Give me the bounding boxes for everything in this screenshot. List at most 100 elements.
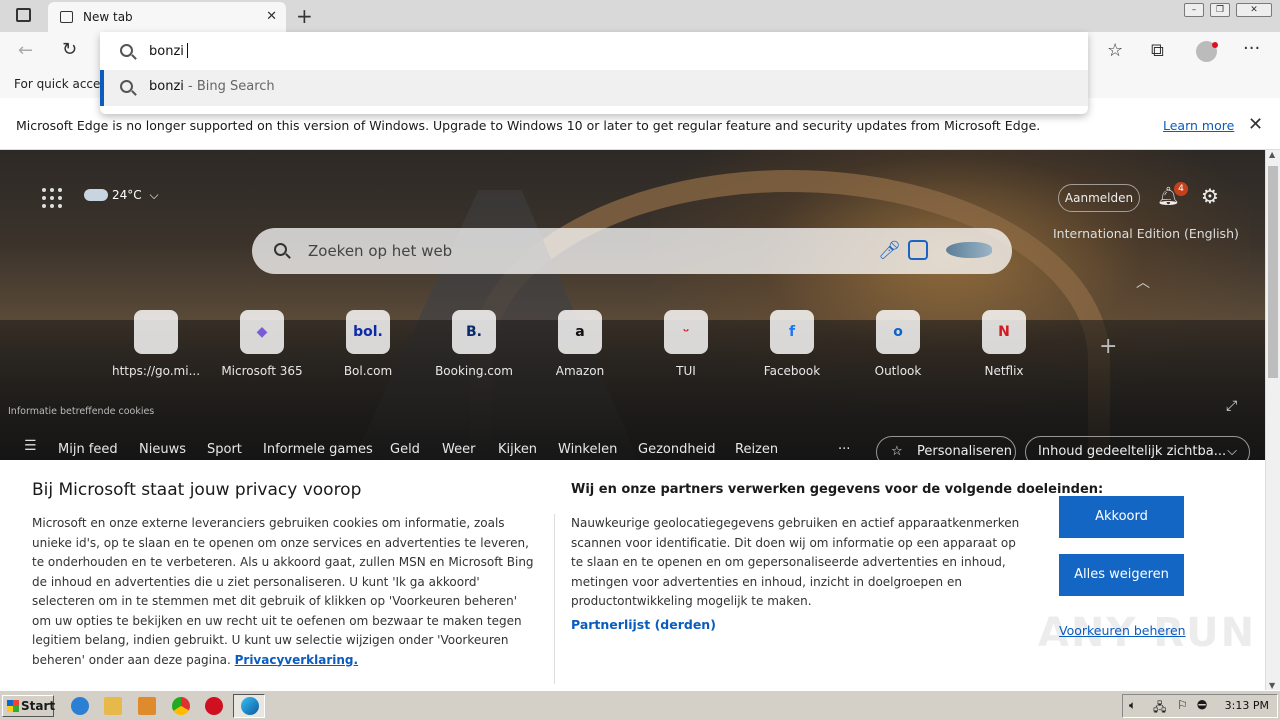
tab-actions-icon[interactable] [16,8,31,22]
start-button[interactable]: Start [2,695,55,717]
web-search-input[interactable]: Zoeken op het web [308,242,452,260]
quick-link-tile[interactable]: o Outlook [848,310,948,378]
system-tray: 🔈︎ 🖧 ⚐ ⛔︎ 3:13 PM [1122,694,1278,718]
quick-link-label: Netflix [984,364,1024,378]
feed-nav-item[interactable]: ··· [838,442,850,457]
personalize-label: Personaliseren [917,444,1012,459]
media-player-icon[interactable] [138,697,156,715]
feed-nav-item[interactable]: Mijn feed [58,442,118,457]
page-scrollbar[interactable]: ▲ ▼ [1265,150,1280,690]
new-tab-button[interactable]: + [296,4,313,28]
feed-nav-item[interactable]: Reizen [735,442,778,457]
notification-badge: 4 [1174,182,1188,196]
feed-nav-item[interactable]: Gezondheid [638,442,715,457]
quick-link-tile[interactable]: B. Booking.com [424,310,524,378]
partner-list-link[interactable]: Partnerlijst (derden) [571,617,716,632]
edition-label[interactable]: International Edition (English) [1053,226,1239,241]
quick-link-label: TUI [676,364,696,378]
quick-link-tile[interactable]: N Netflix [954,310,1054,378]
close-tab-icon[interactable]: ✕ [266,9,277,24]
personalize-button[interactable]: ☆ Personaliseren [876,436,1016,460]
reject-all-button[interactable]: Alles weigeren [1059,554,1184,596]
feed-nav-item[interactable]: Weer [442,442,475,457]
web-search-box[interactable]: Zoeken op het web 🎤︎ [252,228,1012,274]
accept-button[interactable]: Akkoord [1059,496,1184,538]
feed-nav-item[interactable]: Sport [207,442,242,457]
add-quick-link-icon[interactable]: + [1099,334,1117,359]
purposes-body: Nauwkeurige geolocatiegegevens gebruiken… [571,516,1020,608]
microphone-icon[interactable]: 🎤︎ [878,240,901,261]
suggestion-item[interactable]: bonzi - Bing Search [100,70,1088,106]
action-icon[interactable]: ⛔︎ [1197,698,1207,713]
more-menu-icon[interactable]: ··· [1243,38,1260,59]
search-icon [120,44,133,57]
quick-link-icon: ◆ [240,310,284,354]
quick-link-label: Bol.com [343,364,393,378]
minimize-button[interactable]: – [1184,3,1204,17]
suggestion-source: - Bing Search [183,79,275,94]
expand-icon[interactable]: ⤢ [1226,398,1237,414]
privacy-consent-banner: Bij Microsoft staat jouw privacy voorop … [0,460,1265,690]
quick-link-tile[interactable]: a Amazon [530,310,630,378]
network-icon[interactable]: 🖧 [1153,698,1166,719]
quick-link-icon: N [982,310,1026,354]
quick-link-tile[interactable]: ᵕ TUI [636,310,736,378]
feed-nav-item[interactable]: Informele games [263,442,373,457]
hamburger-menu-icon[interactable]: ☰ [24,438,37,454]
weather-temperature: 24°C [112,188,142,202]
quick-link-icon: B. [452,310,496,354]
notifications-button[interactable]: 🔔︎ 4 [1157,182,1188,207]
back-icon[interactable]: ← [18,40,33,61]
folder-icon[interactable] [104,697,122,715]
scroll-down-icon[interactable]: ▼ [1269,681,1275,690]
visual-search-icon[interactable] [908,240,928,260]
address-bar[interactable]: bonzi [100,32,1088,70]
tab-favicon-icon [60,11,73,23]
favorites-icon[interactable]: ☆ [1107,40,1123,61]
edge-taskbar-button[interactable] [233,694,265,718]
chevron-down-icon: ⌵ [149,188,159,202]
volume-icon[interactable]: 🔈︎ [1129,698,1136,713]
privacy-statement-link[interactable]: Privacyverklaring. [235,653,358,667]
ie-icon[interactable] [71,697,89,715]
feed-nav-item[interactable]: Kijken [498,442,537,457]
chrome-icon[interactable] [172,697,190,715]
scroll-up-icon[interactable]: ▲ [1269,150,1275,159]
profile-status-dot-icon [1212,42,1218,48]
feed-nav-item[interactable]: Geld [390,442,420,457]
close-window-button[interactable]: ✕ [1236,3,1272,17]
restore-button[interactable]: ❐ [1210,3,1230,17]
feed-nav-item[interactable]: Winkelen [558,442,617,457]
refresh-icon[interactable]: ↻ [62,39,77,60]
apps-launcher-icon[interactable] [42,188,62,208]
manage-preferences-link[interactable]: Voorkeuren beheren [1059,623,1186,638]
quick-link-tile[interactable]: ◆ Microsoft 365 [212,310,312,378]
new-tab-page-hero: 24°C ⌵ Aanmelden 🔔︎ 4 ⚙ International Ed… [0,150,1265,460]
flag-icon[interactable]: ⚐ [1177,698,1188,712]
quick-link-tile[interactable]: bol. Bol.com [318,310,418,378]
cookies-info-link[interactable]: Informatie betreffende cookies [8,406,154,417]
scrollbar-thumb[interactable] [1268,166,1278,378]
clock[interactable]: 3:13 PM [1225,699,1269,712]
favorites-bar-hint: For quick access [14,77,113,91]
feed-nav-item[interactable]: Nieuws [139,442,186,457]
gear-icon[interactable]: ⚙ [1201,184,1219,208]
weather-widget[interactable]: 24°C ⌵ [84,188,159,203]
content-visibility-label: Inhoud gedeeltelijk zichtba... [1038,444,1227,459]
close-infobar-icon[interactable]: ✕ [1248,114,1263,135]
quick-link-tile[interactable]: https://go.mi... [106,310,206,378]
quick-link-tile[interactable]: f Facebook [742,310,842,378]
content-visibility-dropdown[interactable]: Inhoud gedeeltelijk zichtba... ⌵ [1025,436,1250,460]
quick-link-icon: ᵕ [664,310,708,354]
address-input[interactable]: bonzi [149,43,188,59]
signin-button[interactable]: Aanmelden [1058,184,1140,212]
learn-more-link[interactable]: Learn more [1163,118,1234,133]
chevron-up-icon[interactable]: ︿ [1136,272,1150,292]
edge-icon [241,697,259,715]
opera-icon[interactable] [205,697,223,715]
taskbar: Start 🔈︎ 🖧 ⚐ ⛔︎ 3:13 PM [0,690,1280,720]
title-bar: New tab ✕ + – ❐ ✕ [0,0,1280,32]
tab-new-tab[interactable]: New tab ✕ [48,2,286,32]
collections-icon[interactable]: ⧉ [1151,40,1164,61]
bing-shark-icon[interactable] [946,242,992,258]
